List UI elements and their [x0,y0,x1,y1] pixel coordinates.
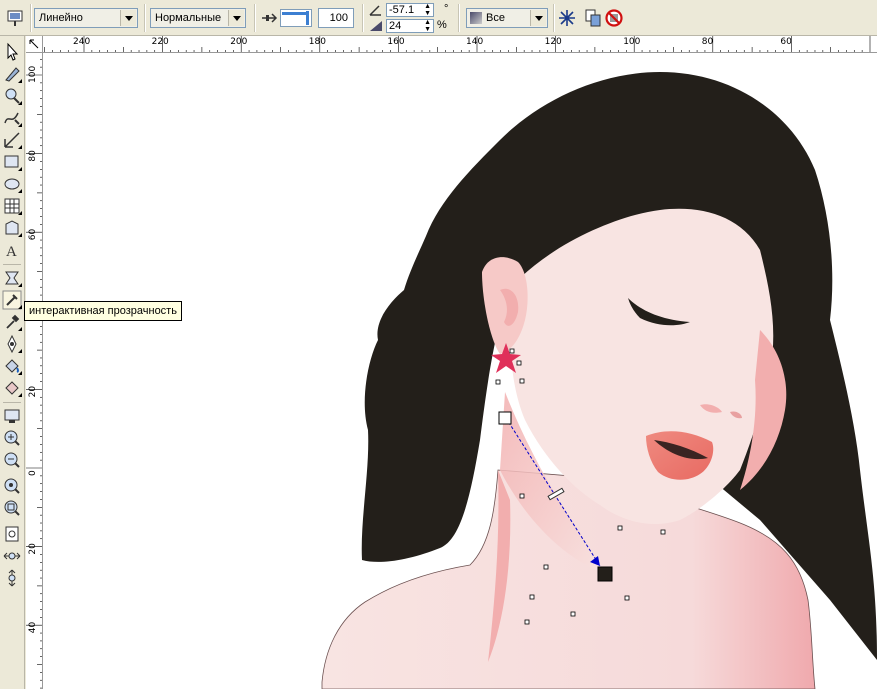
merge-mode-value: Нормальные [155,12,222,24]
tool-tooltip: интерактивная прозрачность [24,301,182,321]
vector-end-handle [597,566,613,582]
horizontal-ruler[interactable]: 240 220 200 180 160 140 120 100 80 60 [26,36,877,53]
copy-transparency-icon[interactable] [583,8,603,28]
ruler-label: 120 [545,37,562,47]
transparency-midpoint-icon [260,9,280,29]
target-value: Все [486,12,505,24]
vertical-ruler[interactable]: 1008060402002040 [26,53,43,689]
illustration [321,72,877,689]
ruler-label: 20 [28,543,38,555]
chevron-down-icon[interactable] [120,10,136,26]
edge-pad-icon [368,19,384,33]
text-tool-icon[interactable]: A [2,240,22,260]
ruler-label: 200 [230,37,247,47]
clear-transparency-icon[interactable] [604,8,624,28]
target-swatch-icon [470,12,482,24]
angle-unit: ° [444,3,449,15]
transparency-presets-icon[interactable] [6,8,26,28]
ellipse-tool-icon[interactable] [2,174,22,194]
angle-value: -57.1 [389,4,415,16]
interactive-blend-tool-icon[interactable] [2,268,22,288]
ruler-label: 60 [28,228,38,240]
angle-field[interactable]: -57.1 ▲ ▼ [386,3,434,17]
zoom-page-width-icon[interactable] [2,546,22,566]
ruler-label: 160 [387,37,404,47]
midpoint-value: 100 [329,12,348,24]
ruler-origin[interactable] [26,36,43,53]
ruler-label: 80 [702,37,714,47]
edge-pad-value: 24 [389,20,402,32]
ruler-label: 220 [152,37,169,47]
freehand-tool-icon[interactable] [2,108,22,128]
eyedropper-tool-icon[interactable] [2,312,22,332]
target-combo[interactable]: Все [466,8,548,28]
chevron-down-icon[interactable] [530,10,546,26]
transparency-type-combo[interactable]: Линейно [34,8,138,28]
transparency-type-value: Линейно [39,12,83,24]
ruler-label: 180 [309,37,326,47]
edge-pad-field[interactable]: 24 ▲ ▼ [386,19,434,33]
basic-shapes-tool-icon[interactable] [2,218,22,238]
ruler-label: 140 [466,37,483,47]
fill-tool-icon[interactable] [2,356,22,376]
freeze-icon[interactable] [557,8,577,28]
drawing-canvas[interactable] [43,53,877,689]
edge-pad-spinner-icon[interactable]: ▲ ▼ [424,19,431,33]
angle-spinner-icon[interactable]: ▲ ▼ [424,3,431,17]
svg-text:A: A [6,244,17,260]
midpoint-slider[interactable] [280,9,312,27]
pick-tool-icon[interactable] [2,42,22,62]
midpoint-value-field[interactable]: 100 [318,8,354,28]
smart-fill-tool-icon[interactable] [2,130,22,150]
ruler-label: 20 [28,386,38,398]
ruler-label: 100 [28,66,38,83]
zoom-in-icon[interactable] [2,428,22,448]
zoom-all-objects-icon[interactable] [2,498,22,518]
zoom-page-icon[interactable] [2,524,22,544]
interactive-transparency-tool-icon[interactable] [2,290,22,310]
toolbox: A [0,36,25,689]
angle-icon [368,3,384,17]
interactive-fill-tool-icon[interactable] [2,378,22,398]
graph-paper-tool-icon[interactable] [2,196,22,216]
rectangle-tool-icon[interactable] [2,152,22,172]
ruler-label: 240 [73,37,90,47]
property-bar: Линейно Нормальные 100 -57.1 ▲ ▼ 24 ▲ ▼ ° … [0,0,877,36]
vector-start-handle [498,411,512,425]
ruler-label: 100 [623,37,640,47]
ruler-label: 40 [28,621,38,633]
ruler-label: 80 [28,150,38,162]
view-manager-icon[interactable] [2,406,22,426]
shape-tool-icon[interactable] [2,64,22,84]
ruler-label: 60 [780,37,792,47]
chevron-down-icon[interactable] [228,10,244,26]
edge-pad-unit: % [437,19,447,31]
ruler-label: 0 [28,470,38,476]
merge-mode-combo[interactable]: Нормальные [150,8,246,28]
zoom-selected-icon[interactable] [2,476,22,496]
zoom-page-height-icon[interactable] [2,568,22,588]
zoom-out-icon[interactable] [2,450,22,470]
outline-tool-icon[interactable] [2,334,22,354]
zoom-tool-icon[interactable] [2,86,22,106]
